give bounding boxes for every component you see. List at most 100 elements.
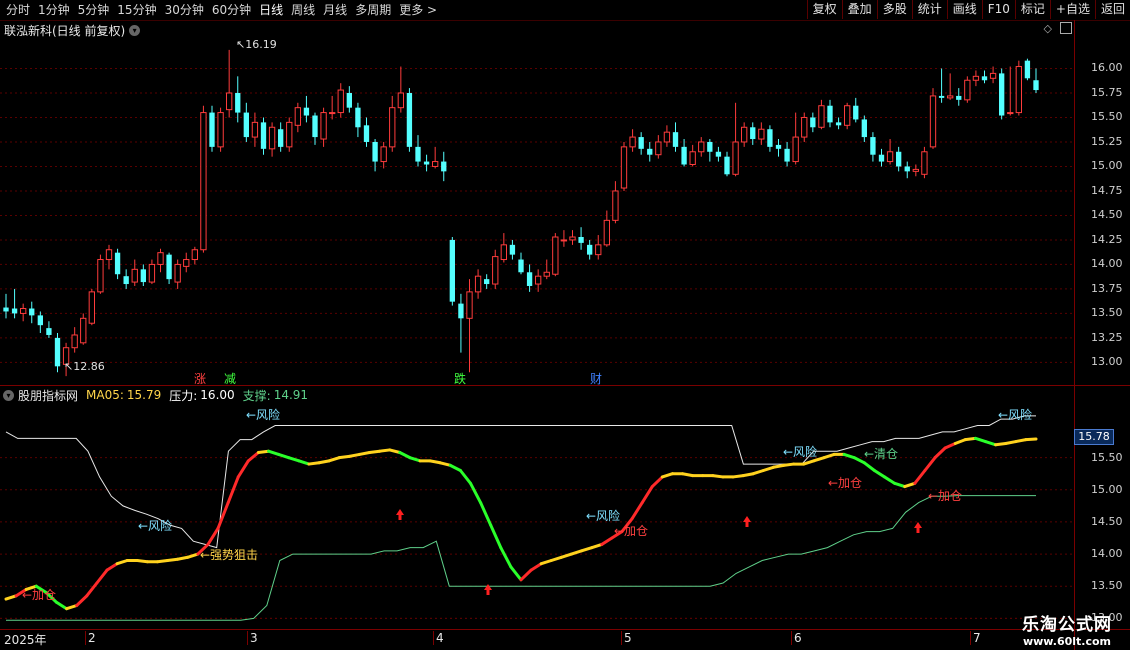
ma05-segment: [771, 463, 786, 469]
indicator-tick: 15.50: [1091, 450, 1123, 464]
event-finance[interactable]: 财: [590, 370, 602, 387]
ma05-segment: [883, 475, 897, 485]
candle-body: [80, 317, 87, 344]
candle-body: [672, 132, 679, 147]
ma05-segment: [650, 475, 664, 489]
ma05-segment: [600, 536, 614, 546]
toolbar-button[interactable]: 返回: [1094, 0, 1130, 19]
ma05-segment: [862, 461, 876, 472]
ma05-segment: [741, 472, 755, 478]
ma05-segment: [85, 581, 99, 598]
window-icon[interactable]: [1060, 22, 1072, 34]
period-tab[interactable]: 月线: [319, 0, 351, 20]
ma05-segment: [872, 469, 887, 479]
period-tab[interactable]: 更多 >: [395, 0, 441, 20]
period-tab[interactable]: 周线: [287, 0, 319, 20]
candle-body: [191, 249, 198, 261]
candle-body: [200, 112, 207, 251]
candle-body: [1033, 80, 1039, 91]
period-tab[interactable]: 30分钟: [161, 0, 208, 20]
toolbar-button[interactable]: 叠加: [841, 0, 877, 19]
candle-body: [861, 119, 867, 138]
candle-body: [1015, 66, 1022, 114]
period-tab[interactable]: 5分钟: [74, 0, 114, 20]
candle-body: [397, 92, 404, 109]
toolbar-button[interactable]: 画线: [946, 0, 982, 19]
candle-body: [989, 72, 997, 79]
ma05-segment: [458, 469, 473, 485]
clear-annotation: ←清仓: [864, 447, 899, 461]
candle-body: [844, 105, 851, 126]
price-tick: 14.25: [1091, 232, 1123, 246]
toolbar-button[interactable]: 复权: [806, 0, 842, 19]
ma05-segment: [1014, 438, 1028, 444]
ma05-segment: [408, 456, 422, 463]
ma05-segment: [913, 469, 927, 485]
candle-body: [750, 127, 756, 140]
watermark-title: 乐淘公式网: [1022, 615, 1112, 635]
candle-body: [183, 259, 190, 267]
candle-body: [689, 151, 696, 166]
current-value-badge: 15.78: [1074, 429, 1114, 445]
candle-body: [294, 107, 301, 126]
add-annotation: ←加仓: [614, 524, 649, 538]
candle-body: [148, 263, 156, 283]
period-tab[interactable]: 60分钟: [208, 0, 255, 20]
event-reduce[interactable]: 减: [224, 370, 236, 387]
ma05-segment: [155, 559, 170, 564]
toolbar-button[interactable]: 标记: [1014, 0, 1050, 19]
ma05-segment: [923, 456, 937, 472]
ma05-segment: [54, 600, 69, 611]
toolbar-button[interactable]: +自选: [1049, 0, 1095, 19]
price-tick: 15.00: [1091, 159, 1123, 173]
period-tab[interactable]: 日线: [255, 0, 287, 20]
candle-body: [535, 275, 542, 285]
candle-body: [11, 308, 18, 314]
candle-body: [878, 154, 885, 162]
ma05-segment: [559, 552, 573, 559]
ma05-segment: [246, 451, 260, 463]
candle-body: [20, 308, 27, 314]
period-tab[interactable]: 15分钟: [113, 0, 160, 20]
add-annotation: ←加仓: [828, 476, 863, 490]
ma05-segment: [1024, 437, 1038, 442]
candle-body: [226, 92, 233, 111]
period-tab[interactable]: 1分钟: [34, 0, 74, 20]
toolbar-button[interactable]: 统计: [911, 0, 947, 19]
candle-body: [303, 107, 310, 116]
add-annotation: ←加仓: [928, 489, 963, 503]
strong-annotation: ←强势狙击: [200, 548, 259, 562]
candle-body: [114, 252, 121, 275]
price-tick: 14.50: [1091, 208, 1123, 222]
candle-body: [466, 291, 473, 319]
toolbar-button[interactable]: 多股: [876, 0, 912, 19]
period-tab[interactable]: 分时: [2, 0, 34, 20]
chevron-down-icon[interactable]: ▾: [129, 24, 141, 36]
event-fall[interactable]: 跌: [454, 370, 466, 387]
candle-body: [363, 125, 370, 142]
support-line: [6, 495, 1036, 621]
candle-body: [964, 79, 971, 101]
ma-value: 15.79: [126, 388, 162, 402]
ma05-segment: [287, 456, 301, 463]
candle-body: [620, 146, 628, 189]
toolbar-button[interactable]: F10: [981, 0, 1015, 19]
candle-body: [560, 239, 568, 242]
chevron-down-icon[interactable]: ▾: [3, 389, 14, 401]
price-tick: 14.75: [1091, 183, 1123, 197]
ma05-segment: [1004, 440, 1018, 445]
candle-body: [870, 137, 876, 155]
indicator-tick: 14.00: [1091, 547, 1123, 561]
period-tabs: 分时 1分钟 5分钟 15分钟 30分钟 60分钟 日线 周线 月线 多周期 更多 >: [2, 0, 441, 20]
ma05-segment: [963, 436, 977, 442]
candle-body: [853, 105, 859, 120]
candlestick-chart[interactable]: [0, 40, 1074, 386]
candle-body: [174, 263, 181, 283]
candle-body: [629, 136, 636, 148]
event-rise[interactable]: 涨: [194, 370, 206, 387]
period-tab[interactable]: 多周期: [351, 0, 395, 20]
diamond-icon[interactable]: ◇: [1044, 22, 1052, 35]
indicator-chart[interactable]: [0, 403, 1074, 628]
candle-body: [724, 156, 730, 175]
ma05-segment: [529, 562, 543, 572]
